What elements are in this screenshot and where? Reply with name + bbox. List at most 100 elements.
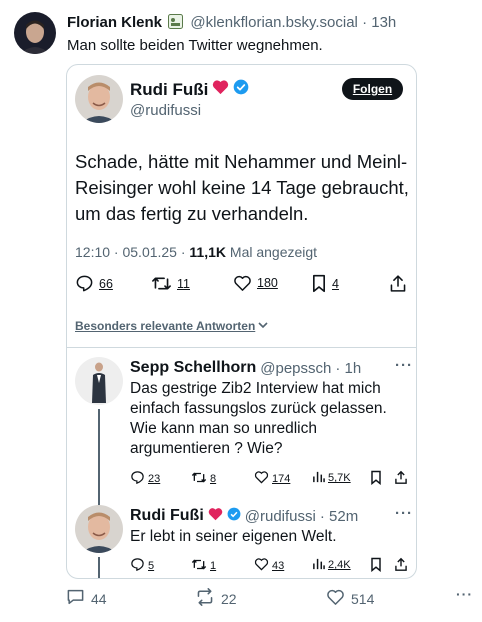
share-icon xyxy=(394,470,408,488)
reply-icon xyxy=(66,588,85,609)
like-icon xyxy=(233,274,252,292)
tweet-views-count: 11,1K xyxy=(189,244,227,260)
bookmark-icon xyxy=(370,470,382,488)
post-header: Florian Klenk @klenkflorian.bsky.social … xyxy=(67,14,396,31)
reply-reply-action: 5 xyxy=(130,557,154,575)
post-text: Man sollte beiden Twitter wegnehmen. xyxy=(67,37,323,54)
reply-actions: 5 1 43 2,4K xyxy=(130,557,410,573)
repost-icon xyxy=(191,470,207,488)
heart-icon xyxy=(208,507,223,525)
repost-count: 22 xyxy=(221,590,237,607)
reply-time: · 52m xyxy=(319,507,359,525)
views-icon xyxy=(312,557,325,573)
reply-share-action xyxy=(394,557,408,575)
repost-icon xyxy=(191,557,207,575)
views-icon xyxy=(312,470,325,486)
repost-count: 8 xyxy=(210,473,217,485)
reply-author-avatar xyxy=(75,505,123,553)
reply-repost-action: 1 xyxy=(191,557,216,575)
tweet-author-avatar xyxy=(75,75,123,123)
author-handle[interactable]: @klenkflorian.bsky.social xyxy=(190,14,358,31)
repost-count: 1 xyxy=(210,560,217,572)
tweet-actions: 66 11 180 4 xyxy=(75,274,411,298)
best-replies-label: Besonders relevante Antworten xyxy=(75,319,256,333)
like-button[interactable]: 514 xyxy=(326,588,374,609)
like-icon xyxy=(254,470,269,487)
like-count: 43 xyxy=(272,559,285,572)
tweet-share-action xyxy=(389,274,407,293)
repost-button[interactable]: 22 xyxy=(195,588,237,609)
tweet-bookmark-count: 4 xyxy=(332,276,339,291)
chevron-down-icon xyxy=(257,319,269,333)
reply-text: Er lebt in seiner eigenen Welt. xyxy=(130,528,337,545)
repost-icon xyxy=(151,274,172,293)
reply-header: Sepp Schellhorn @pepssch · 1h xyxy=(130,359,361,377)
embedded-tweet-image[interactable]: Rudi Fußi @rudifussi Folgen Schade, hätt… xyxy=(66,64,417,579)
more-options-icon: ··· xyxy=(395,357,413,374)
reply-views-action: 5,7K xyxy=(312,470,351,486)
like-icon xyxy=(326,588,345,609)
more-options-button[interactable]: ··· xyxy=(456,586,473,602)
best-replies-sort: Besonders relevante Antworten xyxy=(75,319,269,333)
more-options-icon: ··· xyxy=(395,505,413,522)
reply-author-name: Rudi Fußi xyxy=(130,507,204,524)
like-icon xyxy=(254,557,269,574)
reply-like-action: 174 xyxy=(254,470,290,487)
tweet-repost-action: 11 xyxy=(151,274,190,293)
repost-icon xyxy=(195,588,215,609)
tweet-reply-action: 66 xyxy=(75,274,113,293)
tweet-meta: 12:10 · 05.01.25 · 11,1K Mal angezeigt xyxy=(75,244,317,260)
more-options-icon: ··· xyxy=(456,586,473,602)
views-count: 5,7K xyxy=(328,472,351,484)
tweet-like-count: 180 xyxy=(257,276,278,290)
verified-badge-icon xyxy=(227,507,241,525)
reply-count: 44 xyxy=(91,590,107,607)
reply-item: Rudi Fußi @rudifussi · 52m ··· Er lebt i… xyxy=(67,505,416,578)
reply-button[interactable]: 44 xyxy=(66,588,107,609)
verified-badge-icon xyxy=(233,79,249,100)
reply-header: Rudi Fußi @rudifussi · 52m xyxy=(130,507,358,525)
post-time[interactable]: · 13h xyxy=(362,14,396,31)
bluesky-post: Florian Klenk @klenkflorian.bsky.social … xyxy=(0,0,482,622)
thread-line xyxy=(98,557,100,578)
bookmark-icon xyxy=(370,557,382,575)
divider xyxy=(67,347,416,348)
share-icon xyxy=(394,557,408,575)
post-actions: 44 22 514 ··· xyxy=(0,586,482,610)
tweet-repost-count: 11 xyxy=(177,276,190,291)
tweet-author-handle: @rudifussi xyxy=(130,102,202,119)
heart-icon xyxy=(212,79,229,100)
reply-repost-action: 8 xyxy=(191,470,216,488)
reply-time: · 1h xyxy=(335,359,362,377)
reply-reply-action: 23 xyxy=(130,470,160,488)
reply-icon xyxy=(130,470,145,488)
views-count: 2,4K xyxy=(328,559,351,571)
author-avatar[interactable] xyxy=(14,12,56,54)
reply-like-action: 43 xyxy=(254,557,284,574)
reply-author-handle: @rudifussi xyxy=(244,507,316,525)
tweet-views-label: Mal angezeigt xyxy=(226,244,318,260)
tweet-time-date: 12:10 · 05.01.25 · xyxy=(75,244,190,260)
reply-icon xyxy=(130,557,145,575)
reply-bookmark-action xyxy=(370,470,382,488)
reply-author-avatar xyxy=(75,357,123,405)
follow-button: Folgen xyxy=(342,78,403,100)
share-icon xyxy=(389,274,407,293)
tweet-text: Schade, hätte mit Nehammer und Meinl-Rei… xyxy=(75,151,409,224)
reply-author-handle: @pepssch xyxy=(260,359,332,377)
reply-item: Sepp Schellhorn @pepssch · 1h ··· Das ge… xyxy=(67,357,416,519)
reply-icon xyxy=(75,274,94,293)
reply-count: 23 xyxy=(148,473,161,485)
reply-share-action xyxy=(394,470,408,488)
reply-text: Das gestrige Zib2 Interview hat mich ein… xyxy=(130,380,387,457)
like-count: 514 xyxy=(351,590,375,607)
reply-count: 5 xyxy=(148,560,155,572)
like-count: 174 xyxy=(272,472,291,485)
author-name[interactable]: Florian Klenk xyxy=(67,14,162,31)
tweet-author-name: Rudi Fußi xyxy=(130,79,209,99)
tweet-reply-count: 66 xyxy=(99,276,113,291)
tweet-bookmark-action: 4 xyxy=(311,274,339,293)
thread-line xyxy=(98,409,100,519)
bookmark-icon xyxy=(311,274,327,293)
reply-views-action: 2,4K xyxy=(312,557,351,573)
